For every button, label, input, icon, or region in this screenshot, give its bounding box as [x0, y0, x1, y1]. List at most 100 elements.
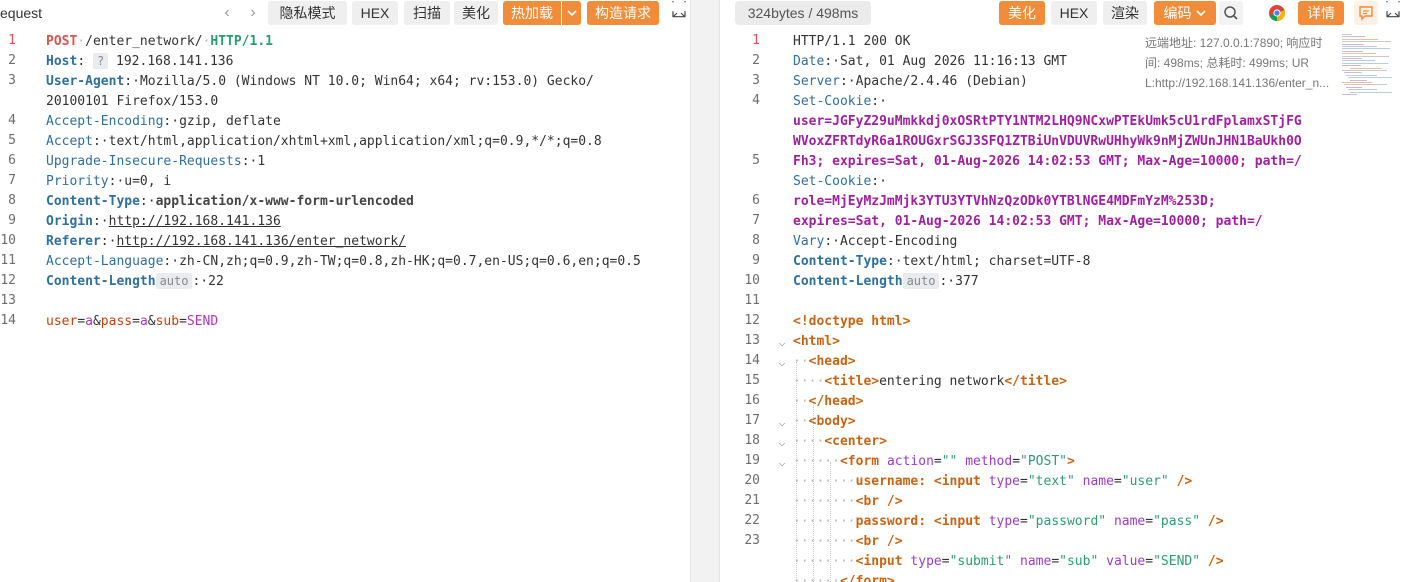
header-content-length: Content-Length auto:·377	[793, 273, 979, 289]
hex-button[interactable]: HEX	[1051, 1, 1097, 25]
line-number: 14	[744, 353, 760, 368]
line-number: 4	[752, 93, 760, 108]
fold-chevron-icon[interactable]: ⌵	[776, 356, 788, 369]
hex-button[interactable]: HEX	[352, 1, 398, 25]
line-number: 6	[752, 193, 760, 208]
line-number: 13	[744, 333, 760, 348]
minimap-line	[1346, 74, 1377, 76]
minimap-line	[1350, 79, 1367, 81]
header-referer: Referer:·http://192.168.141.136/enter_ne…	[46, 234, 407, 249]
expand-icon[interactable]	[668, 0, 690, 25]
form-close: ······</form>	[793, 574, 895, 582]
render-button[interactable]: 渲染	[1103, 1, 1147, 25]
details-button[interactable]: 详情	[1298, 1, 1344, 25]
line-number: 15	[744, 373, 760, 388]
line-number: 23	[744, 533, 760, 548]
header-content-type: Content-Type:·application/x-www-form-url…	[46, 194, 414, 209]
head-close: ··</head>	[793, 394, 864, 409]
privacy-mode-button[interactable]: 隐私模式	[268, 1, 347, 25]
minimap-line	[1342, 36, 1365, 38]
line-number: 5	[8, 133, 16, 148]
encoding-dropdown[interactable]: 编码	[1154, 1, 1216, 25]
cookie-role-value: role=MjEyMzJmMjk3YTU3YTVhNzQzODk0YTBlNGE…	[793, 194, 1216, 209]
search-icon[interactable]	[1219, 1, 1243, 25]
scan-button[interactable]: 扫描	[404, 1, 450, 25]
expand-icon[interactable]	[1382, 0, 1404, 25]
header-user-agent-wrap: 20100101 Firefox/153.0	[46, 94, 219, 109]
header-host: Host: ? 192.168.141.136	[46, 53, 234, 69]
minimap-line	[1342, 94, 1357, 95]
header-accept-language: Accept-Language:·zh-CN,zh;q=0.9,zh-TW;q=…	[46, 254, 641, 269]
line-number: 11	[744, 293, 760, 308]
line-number: 16	[744, 393, 760, 408]
request-toolbar: equest ‹ › 隐私模式 HEX 扫描 美化 热加载 构造请求	[0, 0, 690, 32]
line-number: 22	[744, 513, 760, 528]
minimap-line	[1350, 67, 1382, 69]
line-number: 7	[8, 173, 16, 188]
submit-input-line: ········<input type="submit" name="sub" …	[793, 554, 1224, 569]
line-number: 18	[744, 433, 760, 448]
beautify-button[interactable]: 美化	[454, 1, 498, 25]
hot-load-dropdown-icon[interactable]	[562, 1, 581, 25]
pane-splitter[interactable]	[690, 0, 720, 582]
br-line: ········<br />	[793, 534, 903, 549]
br-line: ········<br />	[793, 494, 903, 509]
line-number: 12	[744, 313, 760, 328]
title-line: ····<title>entering network</title>	[793, 374, 1067, 389]
encoding-label: 编码	[1163, 5, 1192, 21]
header-set-cookie-2: Set-Cookie:·	[793, 174, 887, 189]
beautify-button[interactable]: 美化	[999, 1, 1045, 25]
fold-chevron-icon[interactable]: ⌵	[776, 436, 788, 449]
back-arrow-icon[interactable]: ‹	[218, 1, 236, 25]
minimap-line	[1342, 53, 1376, 55]
response-editor[interactable]: 1 2 3 4 5 6 7 8 9 10 11 12 13 14 15 16 17 18 19 20 21 22 23 ⌵ …	[720, 32, 1404, 582]
line-number: 12	[0, 273, 16, 288]
header-set-cookie-1: Set-Cookie:·	[793, 94, 887, 109]
hot-load-button[interactable]: 热加载	[503, 1, 561, 25]
minimap-line	[1342, 34, 1352, 35]
minimap-line	[1342, 38, 1378, 40]
line-number: 10	[0, 233, 16, 248]
line-number: 3	[8, 73, 16, 88]
line-number: 7	[752, 213, 760, 228]
fold-chevron-icon[interactable]: ⌵	[776, 336, 788, 349]
construct-request-button[interactable]: 构造请求	[587, 1, 659, 25]
code-minimap[interactable]	[1340, 32, 1400, 102]
username-input-line: ········username: <input type="text" nam…	[793, 474, 1193, 489]
minimap-line	[1342, 50, 1363, 52]
line-number: 4	[8, 113, 16, 128]
line-number: 13	[0, 293, 16, 308]
line-number: 9	[8, 213, 16, 228]
line-number: 2	[752, 53, 760, 68]
minimap-line	[1342, 58, 1362, 59]
header-content-length: Content-Length auto:·22	[46, 273, 224, 289]
line-number: 10	[744, 273, 760, 288]
minimap-line	[1344, 72, 1362, 74]
pane-title: equest	[0, 5, 43, 21]
header-user-agent: User-Agent:·Mozilla/5.0 (Windows NT 10.0…	[46, 74, 594, 89]
minimap-line	[1342, 48, 1390, 50]
header-server: Server:·Apache/2.4.46 (Debian)	[793, 74, 1028, 89]
line-number: 8	[752, 233, 760, 248]
minimap-line	[1348, 89, 1377, 91]
header-origin: Origin:·http://192.168.141.136	[46, 214, 281, 229]
head-open: ··<head>	[793, 354, 856, 369]
fold-chevron-icon[interactable]: ⌵	[776, 456, 788, 469]
line-number: 17	[744, 413, 760, 428]
minimap-line	[1346, 86, 1362, 88]
body-open: ··<body>	[793, 414, 856, 429]
fold-chevron-icon[interactable]: ⌵	[776, 416, 788, 429]
minimap-line	[1342, 43, 1364, 45]
header-date: Date:·Sat, 01 Aug 2026 11:16:13 GMT	[793, 54, 1067, 69]
chrome-browser-icon[interactable]	[1267, 1, 1287, 25]
response-info-panel: 远端地址: 127.0.0.1:7890; 响应时 间: 498ms; 总耗时:…	[1145, 33, 1335, 93]
line-number: 11	[0, 253, 16, 268]
html-open: <html>	[793, 334, 840, 349]
request-editor[interactable]: 1 2 3 4 5 6 7 8 9 10 11 12 13 14 POST·/e…	[0, 32, 690, 582]
minimap-line	[1342, 60, 1375, 62]
line-number: 8	[8, 193, 16, 208]
forward-arrow-icon[interactable]: ›	[244, 1, 262, 25]
response-toolbar: 324bytes / 498ms 美化 HEX 渲染 编码 详情	[720, 0, 1404, 32]
comment-icon[interactable]	[1354, 1, 1378, 25]
header-priority: Priority:·u=0, i	[46, 174, 172, 189]
